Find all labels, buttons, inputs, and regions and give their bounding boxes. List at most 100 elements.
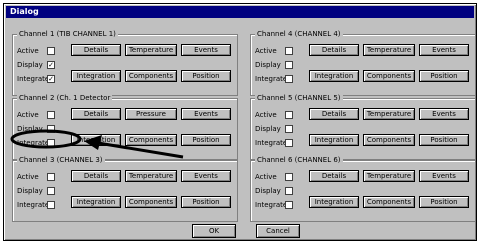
active-checkbox[interactable] xyxy=(47,111,55,119)
components-button[interactable]: Components xyxy=(363,134,415,146)
display-row: Display xyxy=(255,185,293,197)
temperature-button[interactable]: Temperature xyxy=(363,170,415,182)
channel-group-title: Channel 6 (CHANNEL 6) xyxy=(255,156,343,165)
temperature-button[interactable]: Temperature xyxy=(125,170,177,182)
display-row: Display xyxy=(255,59,293,71)
display-label: Display xyxy=(255,61,281,69)
components-button[interactable]: Components xyxy=(125,196,177,208)
integrate-label: Integrate xyxy=(17,75,50,83)
channel-group-5: Channel 3 (CHANNEL 3) Active Display Integr… xyxy=(12,156,238,222)
active-label: Active xyxy=(255,173,277,181)
integrate-label: Integrate xyxy=(17,201,50,209)
window-title: Dialog xyxy=(6,6,474,18)
events-button[interactable]: Events xyxy=(419,108,469,120)
events-button[interactable]: Events xyxy=(419,170,469,182)
active-checkbox[interactable] xyxy=(285,47,293,55)
active-row: Active xyxy=(255,109,293,121)
integration-button[interactable]: Integration xyxy=(71,134,121,146)
details-button[interactable]: Details xyxy=(309,44,359,56)
display-checkbox[interactable] xyxy=(285,61,293,69)
integrate-row: Integrate xyxy=(17,199,55,211)
display-row: Display xyxy=(17,185,55,197)
events-button[interactable]: Events xyxy=(181,44,231,56)
details-button[interactable]: Details xyxy=(309,108,359,120)
active-checkbox[interactable] xyxy=(285,111,293,119)
channel-group-title: Channel 4 (CHANNEL 4) xyxy=(255,30,343,39)
position-button[interactable]: Position xyxy=(181,196,231,208)
active-checkbox[interactable] xyxy=(47,173,55,181)
integrate-label: Integrate xyxy=(255,139,288,147)
integration-button[interactable]: Integration xyxy=(309,134,359,146)
display-row: Display xyxy=(17,123,55,135)
active-label: Active xyxy=(17,111,39,119)
position-button[interactable]: Position xyxy=(419,70,469,82)
channel-group-2: Channel 4 (CHANNEL 4) Active Display Integr… xyxy=(250,30,476,96)
position-button[interactable]: Position xyxy=(181,134,231,146)
active-row: Active xyxy=(17,45,55,57)
active-label: Active xyxy=(17,47,39,55)
dialog-window: Dialog Channel 1 (TIB CHANNEL 1) Active Di… xyxy=(3,3,477,241)
position-button[interactable]: Position xyxy=(181,70,231,82)
display-checkbox[interactable]: ✓ xyxy=(47,61,55,69)
components-button[interactable]: Components xyxy=(363,70,415,82)
integrate-checkbox[interactable]: ✓ xyxy=(47,75,55,83)
active-checkbox[interactable] xyxy=(47,47,55,55)
components-button[interactable]: Components xyxy=(125,134,177,146)
integrate-label: Integrate xyxy=(255,201,288,209)
display-row: Display xyxy=(255,123,293,135)
components-button[interactable]: Components xyxy=(125,70,177,82)
temperature-button[interactable]: Temperature xyxy=(363,44,415,56)
channel-group-6: Channel 6 (CHANNEL 6) Active Display Integr… xyxy=(250,156,476,222)
pressure-button[interactable]: Pressure xyxy=(125,108,177,120)
events-button[interactable]: Events xyxy=(419,44,469,56)
integrate-row: Integrate xyxy=(255,73,293,85)
display-label: Display xyxy=(17,187,43,195)
integrate-checkbox[interactable] xyxy=(47,139,55,147)
channel-group-title: Channel 5 (CHANNEL 5) xyxy=(255,94,343,103)
integrate-row: Integrate xyxy=(17,137,55,149)
temperature-button[interactable]: Temperature xyxy=(363,108,415,120)
integrate-checkbox[interactable] xyxy=(285,201,293,209)
details-button[interactable]: Details xyxy=(71,44,121,56)
integration-button[interactable]: Integration xyxy=(71,70,121,82)
position-button[interactable]: Position xyxy=(419,196,469,208)
integration-button[interactable]: Integration xyxy=(71,196,121,208)
details-button[interactable]: Details xyxy=(71,170,121,182)
integrate-checkbox[interactable] xyxy=(285,75,293,83)
integrate-checkbox[interactable] xyxy=(47,201,55,209)
integrate-row: Integrate xyxy=(255,199,293,211)
display-checkbox[interactable] xyxy=(47,187,55,195)
channel-group-title: Channel 3 (CHANNEL 3) xyxy=(17,156,105,165)
channel-group-title: Channel 1 (TIB CHANNEL 1) xyxy=(17,30,118,39)
integration-button[interactable]: Integration xyxy=(309,196,359,208)
cancel-button[interactable]: Cancel xyxy=(256,224,300,238)
active-label: Active xyxy=(255,47,277,55)
display-label: Display xyxy=(17,125,43,133)
display-checkbox[interactable] xyxy=(285,125,293,133)
ok-button[interactable]: OK xyxy=(192,224,236,238)
active-row: Active xyxy=(255,45,293,57)
active-row: Active xyxy=(17,171,55,183)
channel-group-1: Channel 1 (TIB CHANNEL 1) Active Display ✓ I… xyxy=(12,30,238,96)
display-checkbox[interactable] xyxy=(47,125,55,133)
details-button[interactable]: Details xyxy=(309,170,359,182)
components-button[interactable]: Components xyxy=(363,196,415,208)
integrate-label: Integrate xyxy=(17,139,50,147)
position-button[interactable]: Position xyxy=(419,134,469,146)
events-button[interactable]: Events xyxy=(181,108,231,120)
integrate-checkbox[interactable] xyxy=(285,139,293,147)
active-checkbox[interactable] xyxy=(285,173,293,181)
display-row: Display ✓ xyxy=(17,59,55,71)
integrate-row: Integrate xyxy=(255,137,293,149)
active-row: Active xyxy=(17,109,55,121)
events-button[interactable]: Events xyxy=(181,170,231,182)
temperature-button[interactable]: Temperature xyxy=(125,44,177,56)
active-label: Active xyxy=(17,173,39,181)
display-checkbox[interactable] xyxy=(285,187,293,195)
channel-group-4: Channel 5 (CHANNEL 5) Active Display Integr… xyxy=(250,94,476,160)
channel-group-title: Channel 2 (Ch. 1 Detector xyxy=(17,94,113,103)
details-button[interactable]: Details xyxy=(71,108,121,120)
integration-button[interactable]: Integration xyxy=(309,70,359,82)
display-label: Display xyxy=(255,125,281,133)
display-label: Display xyxy=(255,187,281,195)
